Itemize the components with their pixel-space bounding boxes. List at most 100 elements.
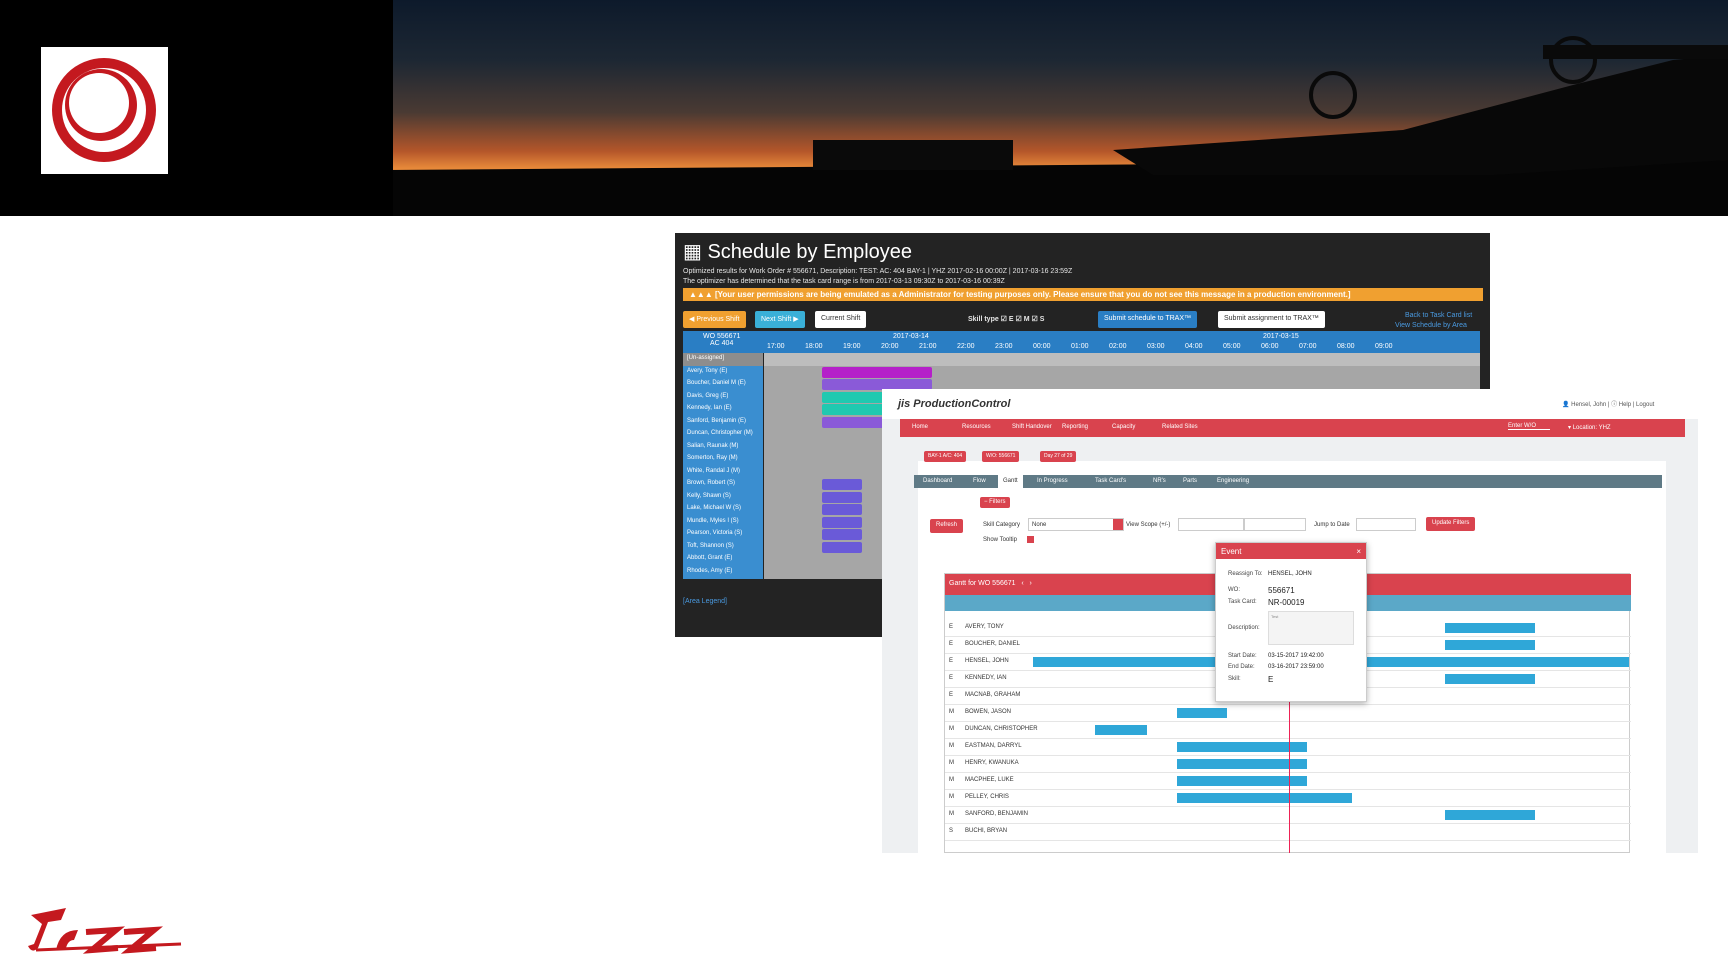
task-bar[interactable] (1445, 640, 1535, 650)
resource-name: BUCHI, BRYAN (965, 828, 1008, 834)
task-bar[interactable] (1177, 776, 1307, 786)
view-scope-end-input[interactable] (1244, 518, 1306, 531)
nav-item[interactable]: Home (912, 424, 928, 430)
jump-to-date-input[interactable] (1356, 518, 1416, 531)
time-label: 09:00 (1375, 343, 1393, 350)
nav-item[interactable]: Capacity (1112, 424, 1135, 430)
view-scope-start-input[interactable] (1178, 518, 1244, 531)
employee-row-timeline (764, 353, 1480, 366)
employee-row-label[interactable]: Somerton, Ray (M) (683, 453, 763, 466)
next-shift-button[interactable]: Next Shift ▶ (755, 311, 805, 328)
jazz-logo (26, 900, 186, 958)
area-legend-link[interactable]: [Area Legend] (683, 598, 727, 605)
task-bar[interactable] (1177, 742, 1307, 752)
time-label: 00:00 (1033, 343, 1051, 350)
filters-toggle[interactable]: − Filters (980, 497, 1010, 508)
task-block[interactable] (822, 479, 862, 490)
employee-row-label[interactable]: Kennedy, Ian (E) (683, 403, 763, 416)
user-menu[interactable]: 👤 Hensel, John | ⓘ Help | Logout (1562, 399, 1654, 408)
reassign-value[interactable]: HENSEL, JOHN (1268, 571, 1312, 577)
employee-row-label[interactable]: [Un-assigned] (683, 353, 763, 366)
resource-skill: E (949, 624, 954, 630)
submit-schedule-button[interactable]: Submit schedule to TRAX™ (1098, 311, 1198, 328)
nav-item[interactable]: Related Sites (1162, 424, 1198, 430)
refresh-button[interactable]: Refresh (930, 519, 964, 533)
nav-item[interactable]: Resources (962, 424, 991, 430)
task-block[interactable] (822, 516, 862, 528)
breadcrumb-item[interactable]: BAY-1 A/C: 404 (924, 451, 967, 462)
skill-type-filter[interactable]: Skill type ☑ E ☑ M ☑ S (968, 315, 1044, 323)
employee-row-label[interactable]: Davis, Greg (E) (683, 390, 763, 404)
task-bar[interactable] (1177, 708, 1227, 718)
reassign-label: Reassign To: (1228, 571, 1263, 577)
tab-flow[interactable]: Flow (968, 475, 991, 488)
task-block[interactable] (822, 491, 862, 503)
view-scope-label: View Scope (+/-) (1126, 522, 1171, 528)
employee-row-label[interactable]: Salian, Raunak (M) (683, 440, 763, 454)
employee-row-label[interactable]: Kelly, Shawn (S) (683, 490, 763, 504)
tab-in-progress[interactable]: In Progress (1032, 475, 1073, 488)
resource-name: HENSEL, JOHN (965, 658, 1009, 664)
employee-row-label[interactable]: Avery, Tony (E) (683, 365, 763, 379)
task-block[interactable] (822, 366, 932, 378)
task-bar[interactable] (1177, 759, 1307, 769)
employee-row-label[interactable]: Boucher, Daniel M (E) (683, 378, 763, 391)
tab-task-card-s[interactable]: Task Card's (1090, 475, 1131, 488)
employee-row-label[interactable]: White, Randal J (M) (683, 465, 763, 479)
close-icon[interactable]: × (1356, 547, 1361, 556)
optimized-results-line: Optimized results for Work Order # 55667… (683, 268, 1073, 275)
nav-item[interactable]: Shift Handover (1012, 424, 1052, 430)
employee-row-label[interactable]: Duncan, Christopher (M) (683, 428, 763, 441)
task-block[interactable] (822, 529, 862, 540)
task-bar[interactable] (1095, 725, 1147, 735)
previous-shift-button[interactable]: ◀ Previous Shift (683, 311, 746, 328)
current-shift-button[interactable]: Current Shift (815, 311, 867, 328)
task-block[interactable] (822, 504, 862, 515)
time-label: 19:00 (843, 343, 861, 350)
task-block[interactable] (822, 541, 862, 553)
employee-row-label[interactable]: Rhodes, Amy (E) (683, 565, 763, 579)
employee-row-label[interactable]: Abbott, Grant (E) (683, 553, 763, 566)
location-select[interactable]: ▾ Location: YHZ (1568, 424, 1611, 431)
show-tooltip-checkbox[interactable] (1027, 536, 1034, 543)
company-logo (41, 47, 168, 174)
enter-wo-input[interactable]: Enter W/O (1508, 423, 1550, 430)
resource-name: PELLEY, CHRIS (965, 794, 1009, 800)
task-bar[interactable] (1445, 810, 1535, 820)
nav-item[interactable]: Reporting (1062, 424, 1088, 430)
date-label: 2017-03-15 (1263, 333, 1299, 340)
breadcrumb-item[interactable]: W/O: 556671 (982, 451, 1020, 462)
submit-assignment-button[interactable]: Submit assignment to TRAX™ (1218, 311, 1325, 328)
skill-category-select[interactable]: None (1028, 518, 1124, 531)
resource-skill: M (949, 726, 954, 732)
description-textarea[interactable]: Test (1268, 611, 1354, 645)
tab-nr-s[interactable]: NR's (1148, 475, 1171, 488)
production-control-screenshot: jis ProductionControl 👤 Hensel, John | ⓘ… (882, 389, 1698, 853)
resource-skill: E (949, 658, 954, 664)
back-to-task-card-link[interactable]: Back to Task Card list (1405, 312, 1472, 319)
update-filters-button[interactable]: Update Filters (1426, 517, 1476, 531)
event-modal-header: Event × (1216, 543, 1366, 559)
employee-row-label[interactable]: Lake, Michael W (S) (683, 503, 763, 516)
task-bar[interactable] (1445, 674, 1535, 684)
tab-parts[interactable]: Parts (1178, 475, 1202, 488)
skill-category-label: Skill Category (983, 522, 1021, 528)
employee-row-label[interactable]: Toft, Shannon (S) (683, 540, 763, 554)
task-bar[interactable] (1177, 793, 1352, 803)
resource-skill: M (949, 777, 954, 783)
employee-row-label[interactable]: Brown, Robert (S) (683, 478, 763, 491)
employee-row-label[interactable]: Pearson, Victoria (S) (683, 528, 763, 541)
brand-logo: jis ProductionControl (898, 398, 1011, 410)
tab-dashboard[interactable]: Dashboard (918, 475, 957, 488)
tab-engineering[interactable]: Engineering (1212, 475, 1254, 488)
task-bar[interactable] (1445, 623, 1535, 633)
view-schedule-by-area-link[interactable]: View Schedule by Area (1395, 322, 1467, 329)
tab-gantt[interactable]: Gantt (998, 475, 1023, 488)
resource-name: DUNCAN, CHRISTOPHER (965, 726, 1038, 732)
time-label: 23:00 (995, 343, 1013, 350)
page-title: ▦ Schedule by Employee (683, 241, 913, 263)
breadcrumb-item[interactable]: Day 27 of 29 (1040, 451, 1077, 462)
employee-row-label[interactable]: Mundle, Myles I (S) (683, 515, 763, 529)
top-bar: jis ProductionControl 👤 Hensel, John | ⓘ… (882, 389, 1698, 419)
employee-row-label[interactable]: Sanford, Benjamin (E) (683, 415, 763, 429)
